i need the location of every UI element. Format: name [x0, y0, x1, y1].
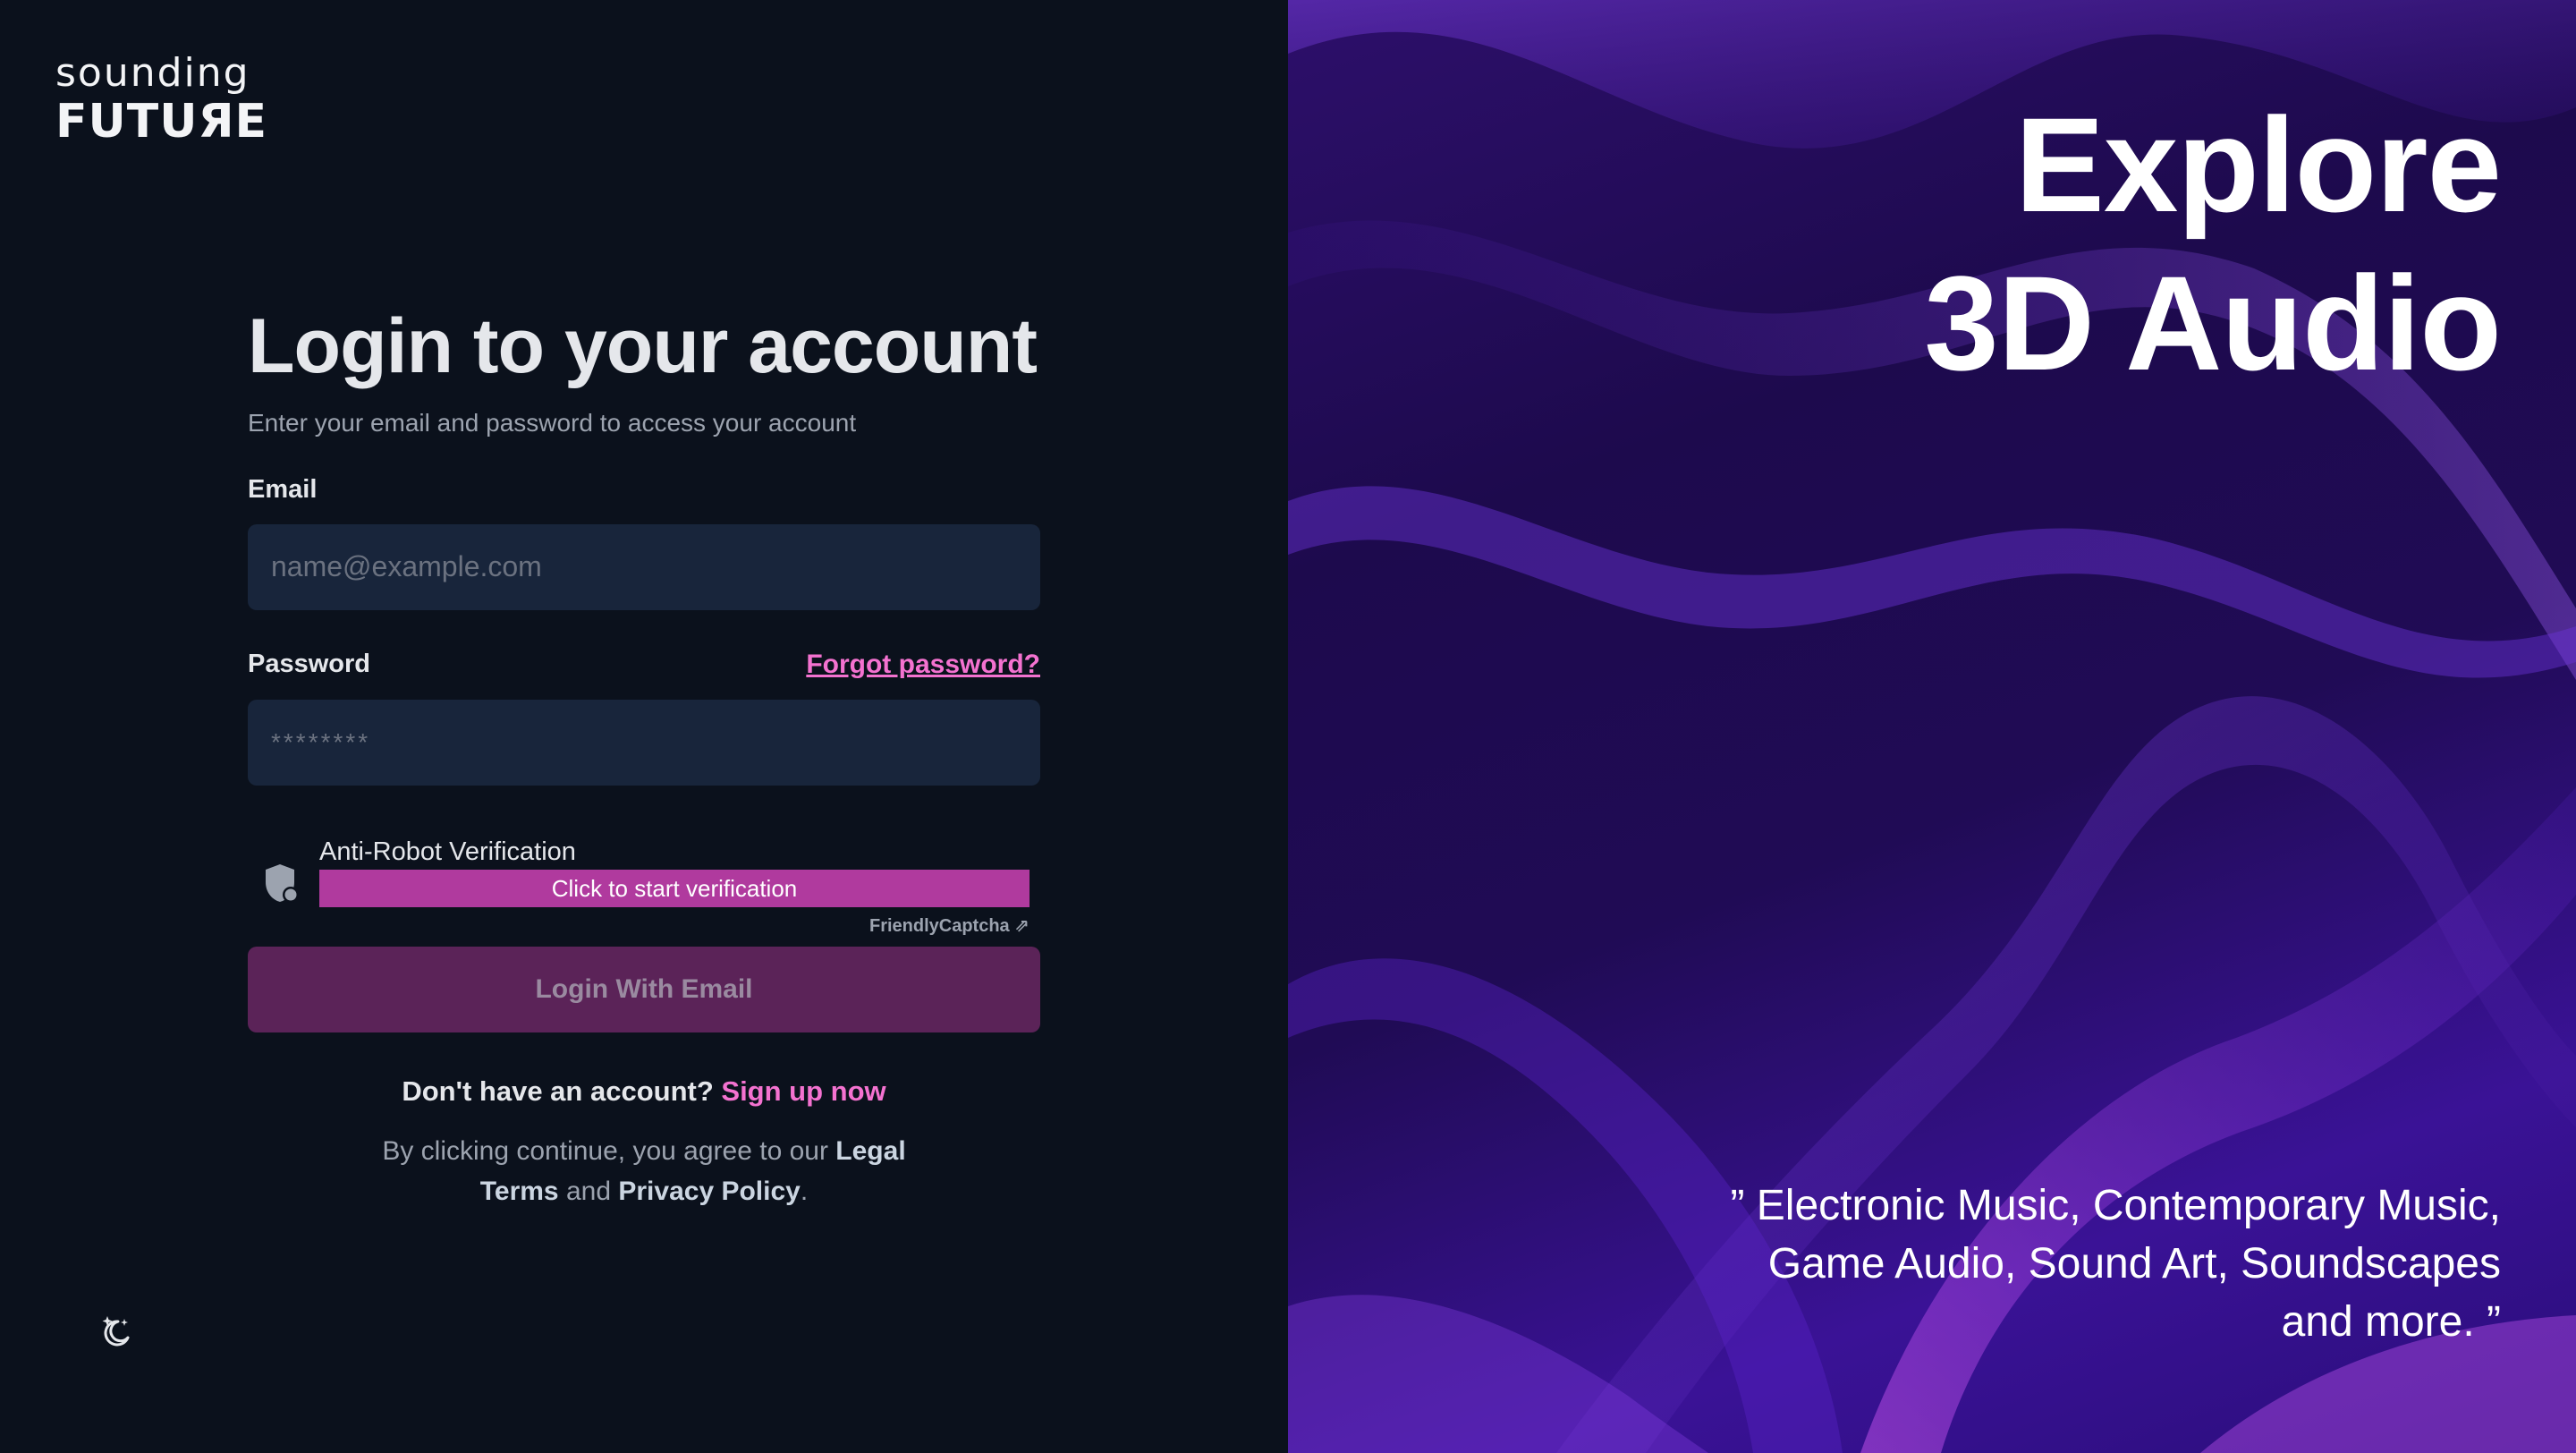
- terms-and: and: [565, 1176, 612, 1206]
- signup-prompt: Don't have an account? Sign up now: [248, 1075, 1040, 1108]
- logo-line-1: sounding: [55, 50, 250, 96]
- moon-stars-icon[interactable]: [98, 1313, 134, 1349]
- shield-icon: [266, 863, 299, 903]
- signup-text: Don't have an account?: [402, 1075, 714, 1107]
- captcha-title: Anti-Robot Verification: [319, 837, 576, 866]
- login-form: Login to your account Enter your email a…: [248, 304, 1040, 1211]
- page-title: Login to your account: [248, 303, 1038, 389]
- email-label: Email: [248, 474, 318, 504]
- privacy-policy-link[interactable]: Privacy Policy: [618, 1177, 800, 1206]
- sounding-future-logo[interactable]: sounding FUTUЯE: [55, 50, 268, 149]
- promo-pane: Explore 3D Audio ” Electronic Music, Con…: [1288, 0, 2576, 1453]
- terms-period: .: [800, 1176, 809, 1206]
- password-field[interactable]: ********: [248, 699, 1040, 786]
- hero-line-2: 3D Audio: [1924, 248, 2502, 398]
- start-verification-button[interactable]: Click to start verification: [319, 869, 1030, 907]
- email-field[interactable]: name@example.com: [248, 523, 1040, 610]
- login-page: sounding FUTUЯE Login to your account En…: [0, 0, 2576, 1453]
- friendlycaptcha-link[interactable]: FriendlyCaptcha ⇗: [869, 914, 1030, 937]
- logo-line-2: FUTUЯE: [55, 95, 268, 149]
- page-subtitle: Enter your email and password to access …: [248, 408, 857, 437]
- login-pane: sounding FUTUЯE Login to your account En…: [0, 0, 1288, 1453]
- signup-link[interactable]: Sign up now: [721, 1075, 886, 1107]
- hero-heading: Explore 3D Audio: [1924, 86, 2502, 403]
- password-label: Password: [248, 650, 370, 679]
- hero-line-1: Explore: [2014, 89, 2502, 240]
- email-placeholder: name@example.com: [271, 550, 542, 583]
- terms-notice: By clicking continue, you agree to our L…: [349, 1131, 939, 1211]
- password-placeholder: ********: [271, 727, 371, 756]
- captcha-widget: Anti-Robot Verification Click to start v…: [248, 837, 1040, 936]
- password-label-row: Password Forgot password?: [248, 650, 1040, 680]
- forgot-password-link[interactable]: Forgot password?: [806, 650, 1040, 680]
- login-with-email-button[interactable]: Login With Email: [248, 946, 1040, 1032]
- terms-prefix: By clicking continue, you agree to our: [382, 1135, 828, 1166]
- genres-quote: ” Electronic Music, Contemporary Music, …: [1730, 1182, 2501, 1346]
